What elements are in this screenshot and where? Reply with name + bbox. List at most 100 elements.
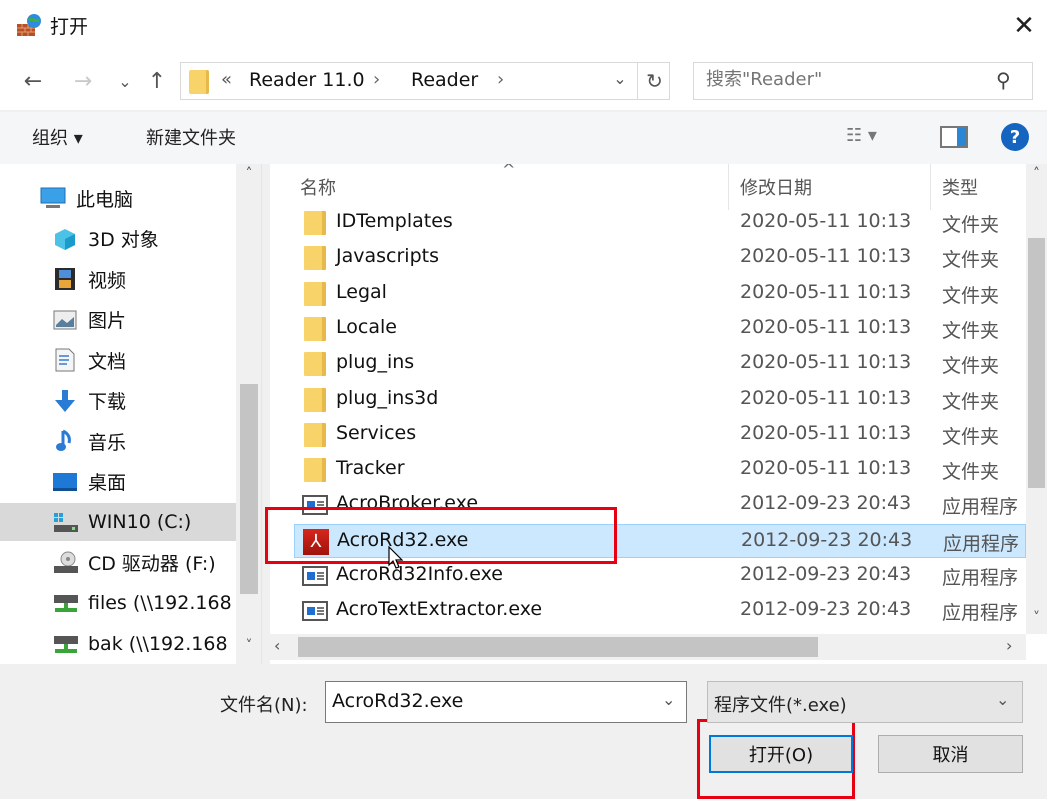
file-row[interactable]: Legal 2020-05-11 10:13 文件夹 bbox=[294, 277, 1026, 311]
recent-locations-button[interactable]: ⌄ bbox=[110, 66, 140, 96]
drive-icon bbox=[52, 510, 78, 534]
file-type: 应用程序 bbox=[943, 532, 1020, 555]
breadcrumb-reader-11[interactable]: Reader 11.0 bbox=[249, 69, 365, 91]
computer-icon bbox=[40, 186, 66, 210]
sidebar-item[interactable]: 3D 对象 bbox=[0, 220, 236, 258]
filename-label: 文件名(N): bbox=[220, 695, 308, 716]
forward-button[interactable]: → bbox=[68, 66, 98, 96]
application-icon bbox=[302, 566, 328, 586]
sidebar-item-label: bak (\\192.168 bbox=[88, 632, 228, 655]
organize-button[interactable]: 组织 ▾ bbox=[32, 124, 83, 150]
cd-drive-icon bbox=[52, 551, 78, 575]
column-divider[interactable] bbox=[728, 164, 729, 210]
breadcrumb-separator[interactable]: › bbox=[497, 69, 504, 90]
scroll-right-arrow[interactable]: › bbox=[1006, 636, 1012, 655]
filename-input[interactable] bbox=[332, 690, 652, 712]
address-bar[interactable]: « Reader 11.0 › Reader › ⌄ ↻ bbox=[180, 62, 670, 100]
sidebar-item-label: files (\\192.168 bbox=[88, 592, 232, 614]
sidebar-item[interactable]: 此电脑 bbox=[0, 179, 236, 217]
address-dropdown-button[interactable]: ⌄ bbox=[609, 69, 631, 88]
navigation-bar: ← → ⌄ ↑ « Reader 11.0 › Reader › ⌄ ↻ ⚲ bbox=[0, 54, 1047, 110]
filename-combobox: ⌄ bbox=[325, 681, 687, 723]
sidebar-item[interactable]: CD 驱动器 (F:) bbox=[0, 544, 236, 582]
up-button[interactable]: ↑ bbox=[142, 66, 172, 96]
navigation-pane: 此电脑 3D 对象视频 图片文档下载 音乐 桌面 WIN10 (C:) CD 驱动器 (F:… bbox=[0, 164, 262, 664]
sidebar-item-label: 文档 bbox=[88, 350, 127, 373]
filename-dropdown-button[interactable]: ⌄ bbox=[662, 690, 675, 709]
app-icon bbox=[16, 12, 42, 38]
change-view-button[interactable]: ☷ ▾ bbox=[846, 125, 877, 146]
column-header-type[interactable]: 类型 bbox=[942, 174, 978, 200]
file-date: 2012-09-23 20:43 bbox=[740, 563, 912, 585]
scroll-down-arrow[interactable]: ˅ bbox=[1026, 610, 1047, 626]
acrobat-pdf-icon: ⅄ bbox=[303, 528, 329, 555]
sidebar-item[interactable]: 文档 bbox=[0, 341, 236, 379]
cancel-button[interactable]: 取消 bbox=[878, 735, 1023, 773]
file-date: 2012-09-23 20:43 bbox=[740, 492, 912, 515]
file-row[interactable]: Tracker 2020-05-11 10:13 文件夹 bbox=[294, 453, 1026, 487]
file-row[interactable]: IDTemplates 2020-05-11 10:13 文件夹 bbox=[294, 206, 1026, 240]
scroll-down-arrow[interactable]: ˅ bbox=[236, 638, 261, 654]
chevron-down-icon: ⌄ bbox=[996, 690, 1010, 709]
search-icon[interactable]: ⚲ bbox=[996, 68, 1011, 92]
folder-icon bbox=[304, 281, 326, 306]
file-type: 应用程序 bbox=[942, 602, 1019, 625]
file-row[interactable]: Locale 2020-05-11 10:13 文件夹 bbox=[294, 312, 1026, 346]
file-row[interactable]: AcroBroker.exe 2012-09-23 20:43 应用程序 bbox=[294, 488, 1026, 522]
sidebar-item[interactable]: 下载 bbox=[0, 382, 236, 420]
sidebar-item[interactable]: 音乐 bbox=[0, 422, 236, 460]
file-row[interactable]: Javascripts 2020-05-11 10:13 文件夹 bbox=[294, 241, 1026, 275]
sidebar-scrollbar[interactable]: ˄ ˅ bbox=[236, 164, 261, 664]
folder-icon bbox=[189, 70, 209, 94]
breadcrumb-separator[interactable]: › bbox=[373, 69, 380, 90]
scrollbar-thumb[interactable] bbox=[1028, 238, 1045, 488]
file-name: plug_ins bbox=[336, 351, 415, 374]
scroll-up-arrow[interactable]: ˄ bbox=[236, 166, 261, 182]
sidebar-item[interactable]: 桌面 bbox=[0, 463, 236, 501]
column-header-name[interactable]: 名称 bbox=[300, 174, 336, 200]
folder-icon bbox=[304, 422, 326, 447]
sidebar-item[interactable]: 视频 bbox=[0, 260, 236, 298]
file-date: 2020-05-11 10:13 bbox=[740, 210, 912, 232]
search-box: ⚲ bbox=[693, 62, 1033, 100]
back-button[interactable]: ← bbox=[18, 66, 48, 96]
breadcrumb-reader[interactable]: Reader bbox=[411, 69, 478, 91]
scrollbar-thumb[interactable] bbox=[298, 637, 818, 657]
file-type-filter-select[interactable]: 程序文件(*.exe) ⌄ bbox=[707, 681, 1023, 723]
column-header-date[interactable]: 修改日期 bbox=[740, 174, 812, 200]
mouse-cursor-icon bbox=[388, 545, 404, 574]
sidebar-item[interactable]: 图片 bbox=[0, 301, 236, 339]
file-row[interactable]: plug_ins 2020-05-11 10:13 文件夹 bbox=[294, 347, 1026, 381]
file-name: Locale bbox=[336, 315, 397, 338]
file-type: 文件夹 bbox=[942, 390, 1000, 413]
open-button[interactable]: 打开(O) bbox=[709, 735, 853, 773]
file-date: 2020-05-11 10:13 bbox=[740, 351, 912, 374]
scroll-left-arrow[interactable]: ‹ bbox=[274, 636, 280, 655]
network-drive-icon bbox=[52, 591, 78, 615]
file-name: IDTemplates bbox=[336, 210, 453, 232]
file-row[interactable]: AcroTextExtractor.exe 2012-09-23 20:43 应用程… bbox=[294, 594, 1026, 628]
sidebar-item-label: 3D 对象 bbox=[88, 229, 159, 251]
search-input[interactable] bbox=[706, 69, 986, 90]
file-date: 2020-05-11 10:13 bbox=[740, 457, 912, 480]
sidebar-item[interactable]: WIN10 (C:) bbox=[0, 503, 236, 541]
column-divider[interactable] bbox=[930, 164, 931, 210]
help-button[interactable]: ? bbox=[1001, 123, 1029, 151]
sidebar-item[interactable]: bak (\\192.168 bbox=[0, 625, 236, 663]
documents-icon bbox=[52, 348, 78, 372]
file-list-vertical-scrollbar[interactable]: ˄ ˅ bbox=[1026, 164, 1047, 634]
preview-pane-button[interactable] bbox=[940, 126, 968, 148]
scrollbar-thumb[interactable] bbox=[240, 384, 258, 594]
file-row[interactable]: plug_ins3d 2020-05-11 10:13 文件夹 bbox=[294, 383, 1026, 417]
file-date: 2012-09-23 20:43 bbox=[740, 598, 912, 621]
folder-icon bbox=[304, 458, 326, 483]
network-drive-icon bbox=[52, 632, 78, 656]
file-list-horizontal-scrollbar[interactable]: ‹ › bbox=[270, 634, 1026, 660]
new-folder-button[interactable]: 新建文件夹 bbox=[146, 124, 236, 150]
close-button[interactable]: ✕ bbox=[1004, 8, 1044, 44]
refresh-button[interactable]: ↻ bbox=[637, 63, 671, 99]
breadcrumb-overflow[interactable]: « bbox=[221, 69, 232, 90]
scroll-up-arrow[interactable]: ˄ bbox=[1026, 166, 1047, 182]
file-row[interactable]: Services 2020-05-11 10:13 文件夹 bbox=[294, 418, 1026, 452]
sidebar-item[interactable]: files (\\192.168 bbox=[0, 584, 236, 622]
